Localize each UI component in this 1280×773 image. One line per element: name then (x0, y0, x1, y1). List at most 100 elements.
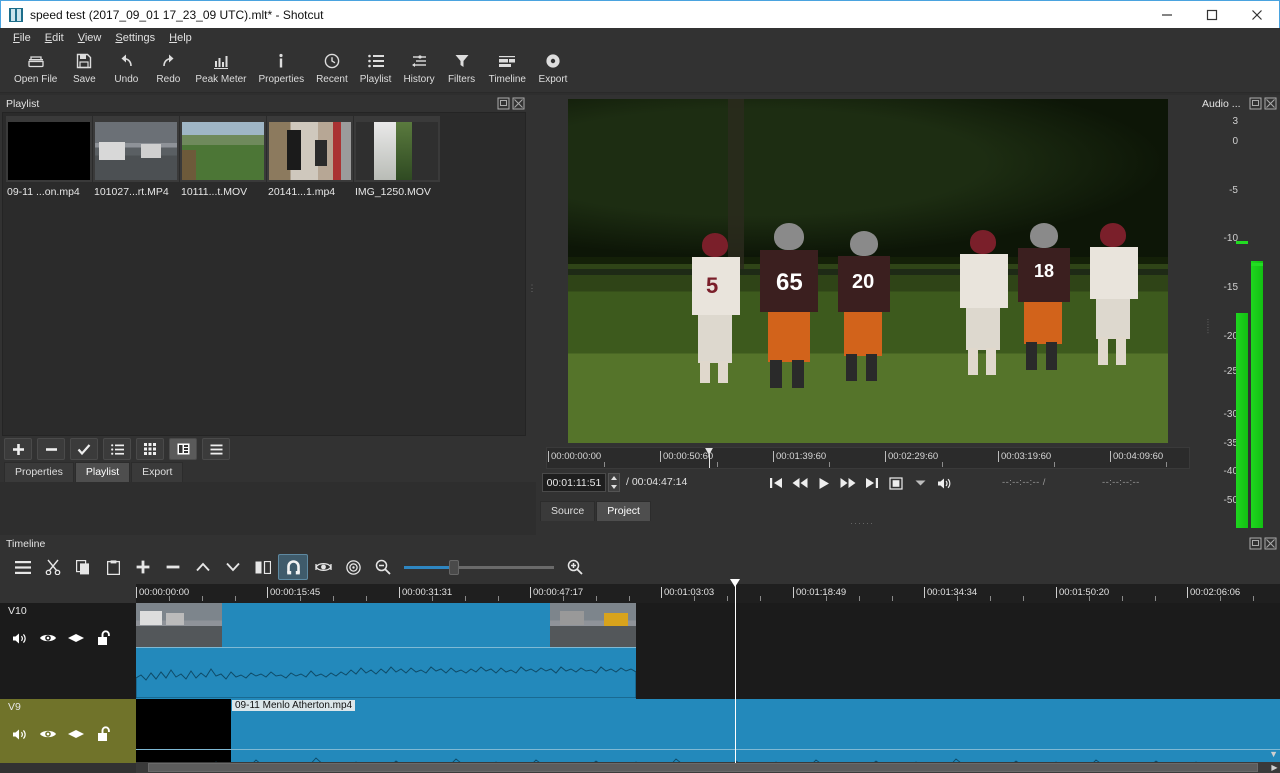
snap-toggle[interactable] (278, 554, 308, 580)
zoom-slider[interactable] (404, 557, 554, 577)
timeline-clip[interactable]: 09-11 Menlo Atherton.mp4 (136, 699, 1280, 763)
vertical-splitter[interactable]: ⋮ (528, 95, 536, 482)
playlist-float-icon[interactable] (497, 97, 510, 110)
minimize-button[interactable] (1144, 1, 1189, 29)
hide-icon[interactable] (34, 725, 62, 743)
filters-button[interactable]: Filters (441, 48, 483, 92)
tab-properties[interactable]: Properties (4, 462, 74, 482)
player-ruler[interactable]: 00:00:00:00 00:00:50:60 00:01:39:60 00:0… (546, 447, 1190, 469)
fast-forward-button[interactable] (836, 473, 860, 493)
hide-icon[interactable] (34, 629, 62, 647)
scroll-down-arrow[interactable]: ▼ (1269, 749, 1278, 759)
playlist-remove-button[interactable] (37, 438, 65, 460)
skip-to-next-button[interactable] (860, 473, 884, 493)
track-v9[interactable]: V9 (0, 699, 1280, 763)
export-button[interactable]: Export (532, 48, 574, 92)
stop-button[interactable] (884, 473, 908, 493)
copy-button[interactable] (68, 554, 98, 580)
close-button[interactable] (1234, 1, 1279, 29)
player-playhead[interactable] (704, 447, 715, 468)
mute-icon[interactable] (6, 725, 34, 743)
tab-export[interactable]: Export (131, 462, 183, 482)
timeline-ruler[interactable]: 00:00:00:00 00:00:15:45 00:00:31:31 00:0… (136, 584, 1280, 603)
volume-button[interactable] (932, 473, 956, 493)
timeline-hscrollbar[interactable]: ▶ (136, 762, 1280, 773)
track-v10[interactable]: V10 (0, 603, 1280, 699)
play-button[interactable] (812, 473, 836, 493)
ripple-all-tracks-toggle[interactable] (338, 554, 368, 580)
chevron-down-icon[interactable] (908, 473, 932, 493)
properties-button[interactable]: Properties (253, 48, 311, 92)
tab-playlist[interactable]: Playlist (75, 462, 130, 482)
list-item[interactable]: 10111...t.MOV (180, 116, 266, 198)
rewind-button[interactable] (788, 473, 812, 493)
split-button[interactable] (248, 554, 278, 580)
playlist-close-panel-icon[interactable] (512, 97, 525, 110)
history-button[interactable]: History (397, 48, 440, 92)
scrub-while-dragging-toggle[interactable] (308, 554, 338, 580)
history-icon (410, 51, 428, 71)
menu-view[interactable]: View (71, 30, 109, 46)
playlist-items-area[interactable]: 09-11 ...on.mp4 101027...rt.MP4 10111...… (2, 112, 526, 436)
cut-button[interactable] (38, 554, 68, 580)
timeline-float-icon[interactable] (1249, 537, 1262, 550)
playlist-menu-button[interactable] (202, 438, 230, 460)
tab-source[interactable]: Source (540, 501, 595, 521)
menu-edit[interactable]: Edit (38, 30, 71, 46)
tab-project[interactable]: Project (596, 501, 651, 521)
video-preview[interactable]: 5 65 20 (568, 99, 1168, 443)
list-item[interactable]: IMG_1250.MOV (354, 116, 440, 198)
menu-help[interactable]: Help (162, 30, 199, 46)
lock-icon[interactable] (90, 629, 118, 647)
timeline-menu-button[interactable] (8, 554, 38, 580)
skip-to-start-button[interactable] (764, 473, 788, 493)
zoom-out-button[interactable] (368, 554, 398, 580)
track-body-v10[interactable] (136, 603, 1280, 699)
timecode-stepper[interactable] (608, 473, 620, 492)
undo-button[interactable]: Undo (105, 48, 147, 92)
timeline-clip[interactable] (136, 603, 636, 699)
mute-icon[interactable] (6, 629, 34, 647)
list-item[interactable]: 101027...rt.MP4 (93, 116, 179, 198)
hscrollbar-thumb[interactable] (148, 763, 1258, 772)
zoom-slider-handle[interactable] (449, 560, 459, 575)
playlist-append-button[interactable] (4, 438, 32, 460)
recent-button[interactable]: Recent (310, 48, 354, 92)
timeline-close-panel-icon[interactable] (1264, 537, 1277, 550)
audio-close-panel-icon[interactable] (1264, 97, 1277, 110)
paste-button[interactable] (98, 554, 128, 580)
zoom-in-button[interactable] (560, 554, 590, 580)
redo-button[interactable]: Redo (147, 48, 189, 92)
player-splitter-grip[interactable]: ······ (850, 518, 874, 528)
playlist-button[interactable]: Playlist (354, 48, 398, 92)
list-item[interactable]: 09-11 ...on.mp4 (6, 116, 92, 198)
menu-settings[interactable]: Settings (108, 30, 162, 46)
blend-icon[interactable] (62, 629, 90, 647)
scroll-right-arrow[interactable]: ▶ (1269, 762, 1280, 773)
overwrite-button[interactable] (218, 554, 248, 580)
track-header-v10[interactable]: V10 (0, 603, 136, 699)
track-body-v9[interactable]: 09-11 Menlo Atherton.mp4 ▼ (136, 699, 1280, 763)
current-timecode-field[interactable]: 00:01:11:51 (542, 473, 606, 492)
playlist-icons-view-button[interactable] (169, 438, 197, 460)
lock-icon[interactable] (90, 725, 118, 743)
audio-float-icon[interactable] (1249, 97, 1262, 110)
playlist-list-view-button[interactable] (103, 438, 131, 460)
append-button[interactable] (128, 554, 158, 580)
track-header-v9[interactable]: V9 (0, 699, 136, 763)
open-file-button[interactable]: Open File (8, 48, 63, 92)
playlist-tiles-view-button[interactable] (136, 438, 164, 460)
timeline-ruler-label: 00:00:47:17 (530, 587, 583, 598)
timeline-playhead[interactable] (735, 580, 736, 763)
timeline-button[interactable]: Timeline (483, 48, 532, 92)
list-item[interactable]: 20141...1.mp4 (267, 116, 353, 198)
tab-source-label: Source (551, 505, 584, 517)
blend-icon[interactable] (62, 725, 90, 743)
lift-button[interactable] (188, 554, 218, 580)
ripple-delete-button[interactable] (158, 554, 188, 580)
save-button[interactable]: Save (63, 48, 105, 92)
menu-file[interactable]: File (6, 30, 38, 46)
maximize-button[interactable] (1189, 1, 1234, 29)
playlist-update-button[interactable] (70, 438, 98, 460)
peak-meter-button[interactable]: Peak Meter (189, 48, 252, 92)
